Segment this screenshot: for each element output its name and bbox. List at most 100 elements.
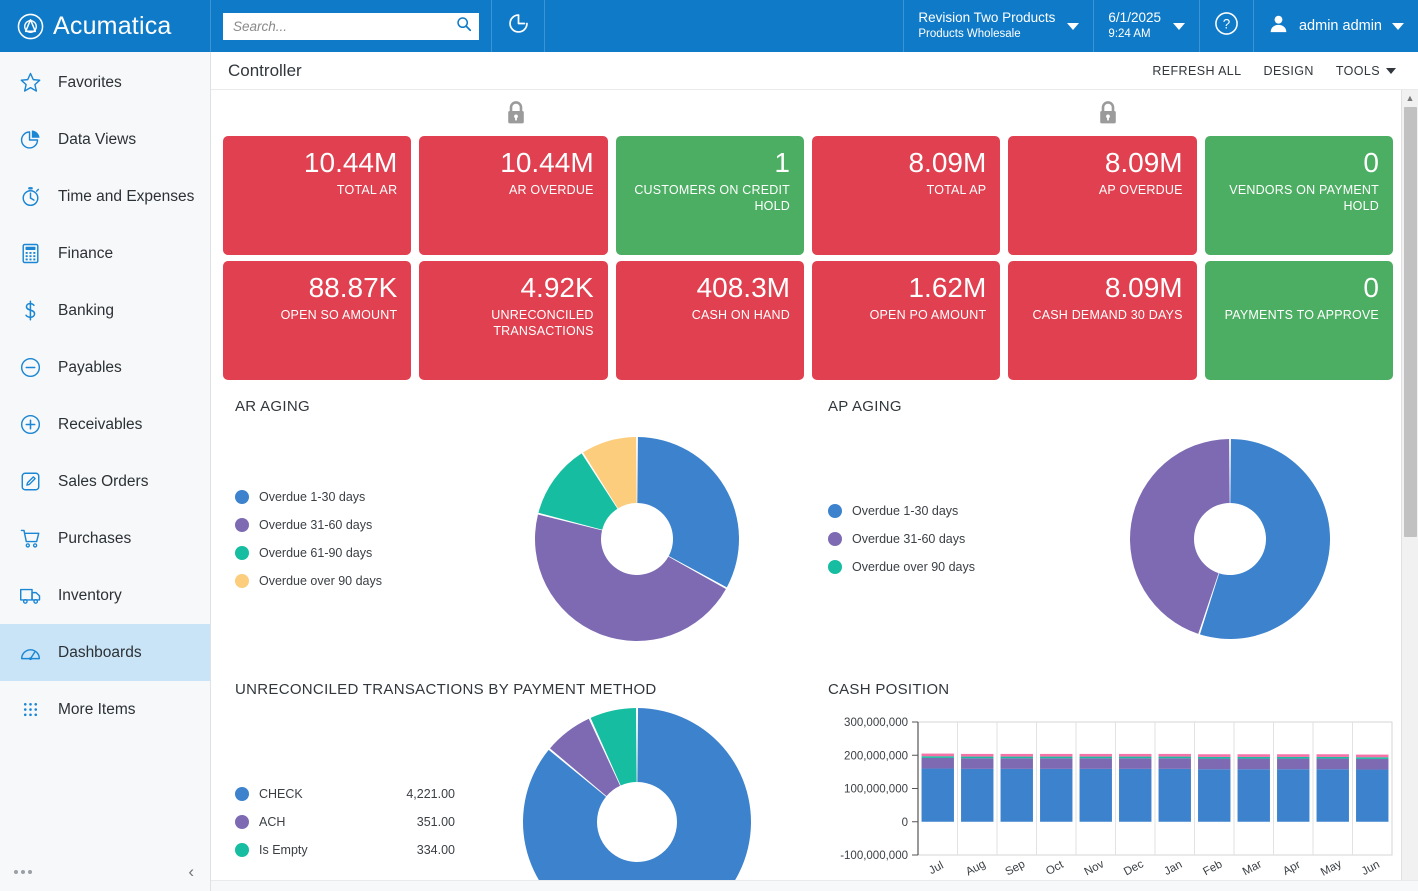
bar-segment[interactable] [1000, 768, 1033, 822]
sidebar-item-dashboards[interactable]: Dashboards [0, 624, 210, 681]
bar-segment[interactable] [1119, 768, 1152, 822]
kpi-unreconciled-transactions[interactable]: 4.92K UNRECONCILED TRANSACTIONS [419, 261, 608, 380]
sidebar-item-time-and-expenses[interactable]: Time and Expenses [0, 168, 210, 225]
kpi-open-po-amount[interactable]: 1.62M OPEN PO AMOUNT [811, 261, 1001, 380]
unreconciled-donut-chart[interactable] [521, 706, 753, 880]
legend-item[interactable]: Overdue 1-30 days [828, 497, 1066, 525]
sidebar-item-receivables[interactable]: Receivables [0, 396, 210, 453]
kpi-ap-overdue[interactable]: 8.09M AP OVERDUE [1008, 136, 1197, 255]
bar-segment[interactable] [1158, 758, 1191, 769]
bar-segment[interactable] [921, 768, 954, 822]
bar-segment[interactable] [1158, 756, 1191, 759]
kpi-total-ap[interactable]: 8.09M TOTAL AP [811, 136, 1001, 255]
sidebar-item-finance[interactable]: Finance [0, 225, 210, 282]
help-button[interactable]: ? [1198, 0, 1253, 52]
search-icon[interactable] [456, 16, 472, 37]
horizontal-scroll-strip[interactable] [211, 880, 1418, 891]
brand-logo-area[interactable]: Acumatica [0, 0, 211, 52]
legend-item[interactable]: Overdue 31-60 days [828, 525, 1066, 553]
bar-segment[interactable] [961, 753, 994, 757]
tools-button[interactable]: TOOLS [1336, 64, 1396, 78]
bar-segment[interactable] [1119, 758, 1152, 769]
bar-segment[interactable] [961, 758, 994, 769]
legend-item[interactable]: Overdue over 90 days [235, 567, 473, 595]
sidebar-item-sales-orders[interactable]: Sales Orders [0, 453, 210, 510]
bar-segment[interactable] [1237, 756, 1270, 759]
kpi-customers-on-credit-hold[interactable]: 1 CUSTOMERS ON CREDIT HOLD [615, 136, 804, 255]
sidebar-item-inventory[interactable]: Inventory [0, 567, 210, 624]
recent-history-button[interactable] [492, 0, 545, 52]
search-box[interactable] [223, 12, 479, 40]
ar-aging-donut-chart[interactable] [532, 434, 742, 644]
sidebar-item-data-views[interactable]: Data Views [0, 111, 210, 168]
search-input[interactable] [233, 18, 456, 34]
bar-segment[interactable] [1198, 754, 1231, 757]
donut-slice[interactable] [522, 708, 751, 880]
legend-item[interactable]: Overdue 31-60 days [235, 511, 473, 539]
bar-segment[interactable] [1040, 768, 1073, 822]
bar-segment[interactable] [1316, 756, 1349, 759]
scroll-up-arrow-icon[interactable]: ▲ [1406, 90, 1415, 106]
bar-segment[interactable] [1316, 754, 1349, 757]
kpi-open-so-amount[interactable]: 88.87K OPEN SO AMOUNT [223, 261, 412, 380]
bar-segment[interactable] [1237, 754, 1270, 757]
legend-item[interactable]: ACH 351.00 [235, 808, 473, 836]
kpi-vendors-on-payment-hold[interactable]: 0 VENDORS ON PAYMENT HOLD [1204, 136, 1393, 255]
bar-segment[interactable] [1000, 758, 1033, 769]
sidebar-item-purchases[interactable]: Purchases [0, 510, 210, 567]
bar-segment[interactable] [1198, 758, 1231, 770]
legend-item[interactable]: Overdue 61-90 days [235, 539, 473, 567]
bar-segment[interactable] [1040, 753, 1073, 757]
legend-item[interactable]: CHECK 4,221.00 [235, 780, 473, 808]
kpi-cash-on-hand[interactable]: 408.3M CASH ON HAND [615, 261, 804, 380]
bar-segment[interactable] [1158, 768, 1191, 822]
user-menu[interactable]: admin admin [1252, 0, 1418, 52]
sidebar-item-banking[interactable]: Banking [0, 282, 210, 339]
bar-segment[interactable] [961, 768, 994, 822]
kpi-ar-overdue[interactable]: 10.44M AR OVERDUE [419, 136, 608, 255]
bar-segment[interactable] [1277, 758, 1310, 770]
bar-segment[interactable] [1356, 758, 1389, 770]
bar-segment[interactable] [1316, 758, 1349, 770]
bar-segment[interactable] [1277, 754, 1310, 757]
kpi-cash-demand-30-days[interactable]: 8.09M CASH DEMAND 30 DAYS [1008, 261, 1197, 380]
bar-segment[interactable] [1040, 758, 1073, 769]
bar-segment[interactable] [1079, 768, 1112, 822]
kpi-total-ar[interactable]: 10.44M TOTAL AR [223, 136, 412, 255]
refresh-all-button[interactable]: REFRESH ALL [1152, 64, 1241, 78]
bar-segment[interactable] [1277, 756, 1310, 759]
bar-segment[interactable] [1316, 769, 1349, 822]
bar-segment[interactable] [1158, 753, 1191, 757]
bar-segment[interactable] [1198, 769, 1231, 822]
bar-segment[interactable] [1356, 769, 1389, 822]
cash-position-bar-chart[interactable]: 300,000,000 200,000,000 100,000,000 0 -100,0… [822, 712, 1402, 880]
legend-item[interactable]: Is Empty 334.00 [235, 836, 473, 864]
kpi-payments-to-approve[interactable]: 0 PAYMENTS TO APPROVE [1204, 261, 1393, 380]
design-button[interactable]: DESIGN [1264, 64, 1314, 78]
legend-item[interactable]: Overdue 1-30 days [235, 483, 473, 511]
sidebar-more-options-icon[interactable] [14, 870, 32, 874]
ap-aging-donut-chart[interactable] [1127, 436, 1333, 642]
bar-segment[interactable] [1000, 756, 1033, 759]
bar-segment[interactable] [1119, 753, 1152, 757]
business-date-selector[interactable]: 6/1/2025 9:24 AM [1093, 0, 1199, 52]
bar-segment[interactable] [1356, 754, 1389, 758]
bar-segment[interactable] [1356, 757, 1389, 759]
sidebar-item-more-items[interactable]: More Items [0, 681, 210, 738]
bar-segment[interactable] [1119, 756, 1152, 759]
sidebar-item-favorites[interactable]: Favorites [0, 54, 210, 111]
bar-segment[interactable] [1237, 758, 1270, 770]
bar-segment[interactable] [1237, 769, 1270, 822]
vertical-scrollbar[interactable]: ▲ [1401, 90, 1418, 880]
bar-segment[interactable] [1079, 753, 1112, 757]
legend-item[interactable]: Overdue over 90 days [828, 553, 1066, 581]
bar-segment[interactable] [1079, 756, 1112, 759]
bar-segment[interactable] [921, 757, 954, 769]
bar-segment[interactable] [1000, 753, 1033, 757]
donut-slice[interactable] [636, 437, 739, 588]
bar-segment[interactable] [1277, 769, 1310, 822]
sidebar-collapse-icon[interactable]: ‹ [188, 862, 194, 882]
bar-segment[interactable] [961, 756, 994, 759]
scrollbar-thumb[interactable] [1403, 107, 1417, 537]
bar-segment[interactable] [1198, 756, 1231, 759]
